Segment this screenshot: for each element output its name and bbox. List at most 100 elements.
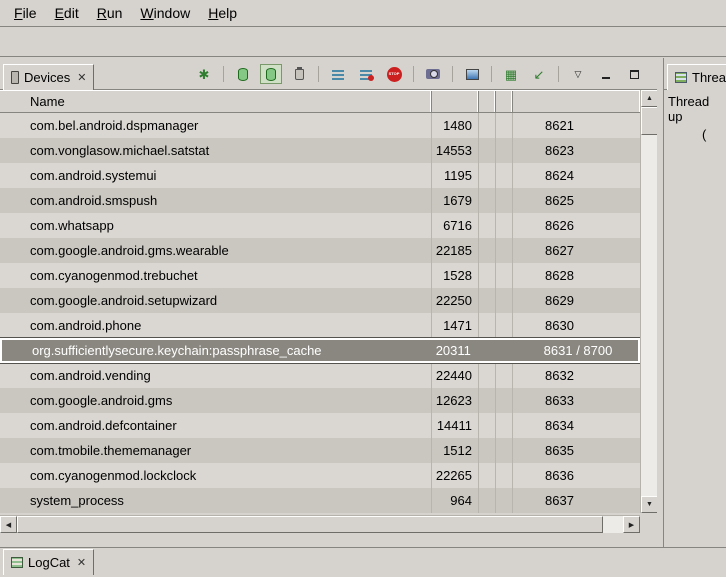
table-row[interactable]: com.whatsapp 6716 8626: [0, 213, 640, 238]
table-row[interactable]: com.google.android.gms.wearable 22185 86…: [0, 238, 640, 263]
dump-hprof-button[interactable]: [260, 64, 282, 84]
stop-icon: STOP: [387, 67, 402, 82]
process-pid: 20311: [431, 340, 478, 361]
table-row[interactable]: com.cyanogenmod.lockclock 22265 8636: [0, 463, 640, 488]
close-icon[interactable]: ✕: [77, 556, 86, 569]
menu-help[interactable]: Help: [200, 2, 245, 24]
column-header-extra1[interactable]: [479, 91, 496, 112]
scroll-right-icon[interactable]: ▶: [623, 516, 640, 533]
empty-cell: [496, 388, 513, 413]
tab-devices[interactable]: Devices ✕: [3, 64, 94, 90]
process-name: com.google.android.gms: [0, 388, 432, 413]
empty-cell: [479, 163, 496, 188]
process-name: com.cyanogenmod.trebuchet: [0, 263, 432, 288]
table-row[interactable]: com.android.smspush 1679 8625: [0, 188, 640, 213]
empty-cell: [479, 213, 496, 238]
process-pid: 14411: [432, 413, 479, 438]
update-heap-button[interactable]: [232, 64, 254, 84]
column-header-extra2[interactable]: [496, 91, 513, 112]
process-pid: 1528: [432, 263, 479, 288]
scroll-down-icon[interactable]: ▼: [641, 496, 658, 513]
process-port: 8625: [513, 188, 640, 213]
table-row[interactable]: com.google.android.setupwizard 22250 862…: [0, 288, 640, 313]
update-threads-button[interactable]: [327, 64, 349, 84]
table-row[interactable]: com.android.systemui 1195 8624: [0, 163, 640, 188]
process-port: 8628: [513, 263, 640, 288]
table-row[interactable]: com.tmobile.thememanager 1512 8635: [0, 438, 640, 463]
opengl-trace-button[interactable]: ↙: [528, 64, 550, 84]
empty-cell: [479, 438, 496, 463]
empty-cell: [496, 138, 513, 163]
table-row[interactable]: com.bel.android.dspmanager 1480 8621: [0, 113, 640, 138]
process-name: system_process: [0, 488, 432, 513]
menu-bar: File Edit Run Window Help: [0, 0, 726, 27]
device-table: Name com.bel.android.dspmanager 1480 862…: [0, 90, 657, 547]
empty-cell: [479, 263, 496, 288]
tab-logcat[interactable]: LogCat ✕: [3, 549, 94, 575]
scroll-left-icon[interactable]: ◀: [0, 516, 17, 533]
empty-cell: [496, 313, 513, 338]
menu-file[interactable]: File: [6, 2, 45, 24]
menu-run[interactable]: Run: [89, 2, 131, 24]
horizontal-scrollbar[interactable]: ◀ ▶: [0, 515, 640, 533]
screen-capture-button[interactable]: [422, 64, 444, 84]
stop-process-button[interactable]: STOP: [383, 64, 405, 84]
column-header-pid[interactable]: [432, 91, 479, 112]
table-header: Name: [0, 90, 640, 113]
process-port: 8637: [513, 488, 640, 513]
menu-edit[interactable]: Edit: [47, 2, 87, 24]
tab-threads-label: Threads: [692, 70, 726, 85]
process-port: 8629: [513, 288, 640, 313]
process-name: com.bel.android.dspmanager: [0, 113, 432, 138]
logcat-icon: [11, 557, 23, 568]
empty-cell: [479, 363, 496, 388]
menu-window[interactable]: Window: [132, 2, 198, 24]
column-header-name[interactable]: Name: [0, 91, 432, 112]
tab-threads[interactable]: Threads: [667, 64, 726, 90]
systrace-button[interactable]: ▦: [500, 64, 522, 84]
screen-record-button[interactable]: [461, 64, 483, 84]
process-port: 8626: [513, 213, 640, 238]
method-profiling-button[interactable]: [355, 64, 377, 84]
cause-gc-button[interactable]: [288, 64, 310, 84]
process-pid: 1480: [432, 113, 479, 138]
empty-cell: [479, 238, 496, 263]
debug-process-button[interactable]: ✱: [193, 64, 215, 84]
vertical-scroll-thumb[interactable]: [641, 107, 658, 135]
empty-cell: [479, 463, 496, 488]
horizontal-scroll-thumb[interactable]: [17, 516, 603, 533]
table-row[interactable]: com.android.defcontainer 14411 8634: [0, 413, 640, 438]
devices-panel: Devices ✕ ✱: [0, 58, 657, 547]
empty-cell: [496, 113, 513, 138]
empty-cell: [479, 188, 496, 213]
process-name: com.android.smspush: [0, 188, 432, 213]
table-row[interactable]: com.android.vending 22440 8632: [0, 363, 640, 388]
process-name: com.google.android.setupwizard: [0, 288, 432, 313]
maximize-button[interactable]: [623, 64, 645, 84]
devices-toolbar: ✱ STOP: [193, 58, 645, 90]
debug-icon: ✱: [199, 68, 210, 81]
vertical-scrollbar[interactable]: ▲ ▼: [640, 90, 657, 513]
table-row[interactable]: system_process 964 8637: [0, 488, 640, 513]
close-icon[interactable]: ✕: [77, 71, 86, 84]
empty-cell: [479, 113, 496, 138]
empty-cell: [496, 288, 513, 313]
table-row[interactable]: com.cyanogenmod.trebuchet 1528 8628: [0, 263, 640, 288]
table-row[interactable]: com.google.android.gms 12623 8633: [0, 388, 640, 413]
table-row[interactable]: org.sufficientlysecure.keychain:passphra…: [0, 338, 640, 363]
table-row[interactable]: com.vonglasow.michael.satstat 14553 8623: [0, 138, 640, 163]
process-pid: 6716: [432, 213, 479, 238]
empty-cell: [479, 488, 496, 513]
empty-cell: [496, 363, 513, 388]
empty-cell: [495, 340, 512, 361]
process-port: 8621: [513, 113, 640, 138]
threads-panel: Threads Thread up (: [663, 58, 726, 547]
dump-hprof-icon: [266, 68, 276, 81]
view-menu-button[interactable]: ▽: [567, 64, 589, 84]
minimize-button[interactable]: [595, 64, 617, 84]
process-name: org.sufficientlysecure.keychain:passphra…: [2, 340, 431, 361]
scroll-up-icon[interactable]: ▲: [641, 90, 658, 107]
empty-cell: [496, 163, 513, 188]
table-row[interactable]: com.android.phone 1471 8630: [0, 313, 640, 338]
column-header-port[interactable]: [513, 91, 640, 112]
